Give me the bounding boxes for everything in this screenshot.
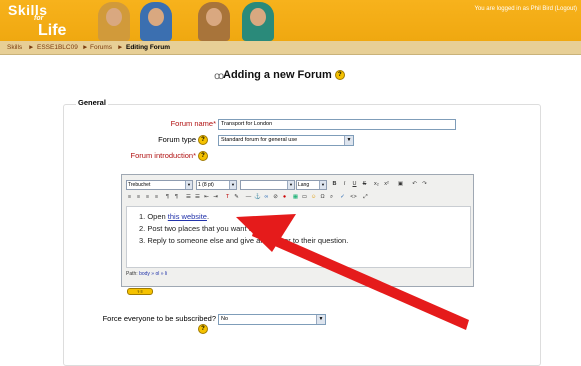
red-arrow-shaft — [252, 226, 469, 330]
red-arrow — [236, 214, 469, 330]
